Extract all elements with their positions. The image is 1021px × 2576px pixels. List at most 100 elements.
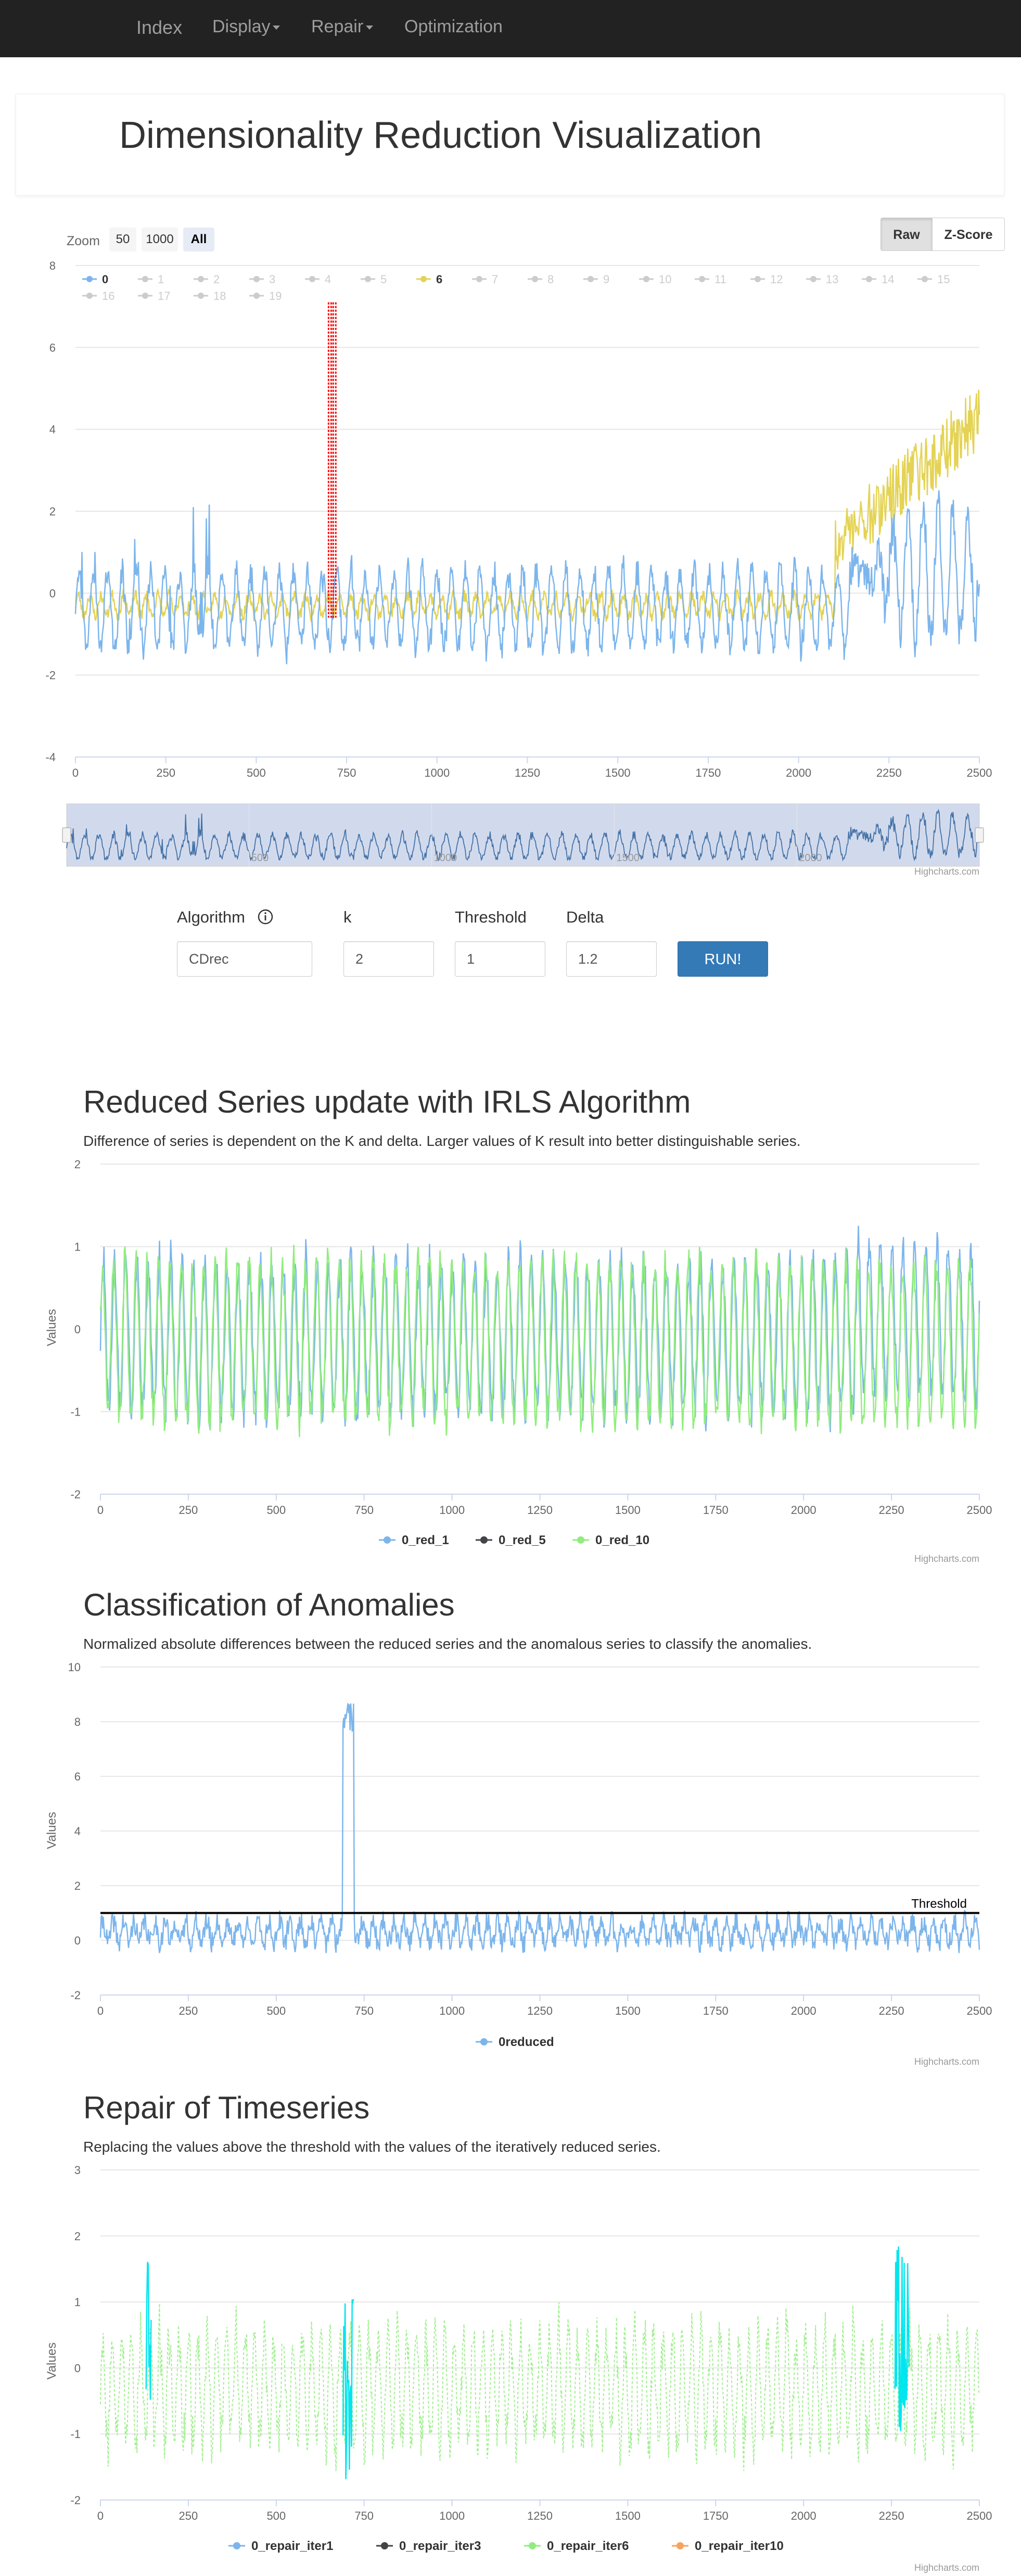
legend-item-9[interactable]: 9: [583, 273, 609, 286]
legend-item-15[interactable]: 15: [917, 273, 950, 286]
y-tick-label: 6: [74, 1770, 81, 1783]
navigator-right-handle[interactable]: [975, 827, 984, 843]
zoom-1000-button[interactable]: 1000: [142, 228, 178, 251]
x-tick-label: 500: [266, 1504, 286, 1517]
reduced-series-chart[interactable]: -2 -1 0 1 2 0 250 500 750 1000 1250 1500 1750 2000 22…: [0, 1156, 1021, 1572]
algorithm-input[interactable]: CDrec: [177, 941, 312, 977]
zoom-50-button[interactable]: 50: [109, 228, 136, 251]
legend-item-6[interactable]: 6: [416, 273, 442, 286]
classification-y-title: Values: [45, 1812, 59, 1849]
legend-label: 18: [213, 289, 226, 302]
legend-item-0_red_10[interactable]: 0_red_10: [572, 1533, 649, 1547]
legend-item-12[interactable]: 12: [750, 273, 783, 286]
legend-item-0_repair_iter6[interactable]: 0_repair_iter6: [524, 2539, 629, 2553]
repair-y-title: Values: [45, 2342, 59, 2380]
k-input[interactable]: 2: [343, 941, 434, 977]
classification-legend[interactable]: 0reduced: [476, 2035, 554, 2049]
legend-item-1[interactable]: 1: [138, 273, 164, 286]
legend-marker: [677, 2542, 684, 2549]
legend-item-0_repair_iter3[interactable]: 0_repair_iter3: [376, 2539, 481, 2553]
repair-x-axis: 0 250 500 750 1000 1250 1500 1750 2000 2250 2500: [97, 2499, 992, 2522]
raw-legend[interactable]: 0 1 2 3 4 5 6 7 8 9 10 11 12 13 14 1516 17 18 19: [82, 273, 950, 302]
legend-item-3[interactable]: 3: [249, 273, 275, 286]
reduced-credit: Highcharts.com: [914, 1554, 979, 1564]
reduced-legend[interactable]: 0_red_1 0_red_5 0_red_10: [379, 1533, 649, 1547]
legend-item-11[interactable]: 11: [695, 273, 726, 286]
repair-chart[interactable]: -2 -1 0 1 2 3 0 250 500 750 1000 1250 1500 1750 2000 2…: [0, 2161, 1021, 2576]
nav-brand-index[interactable]: Index: [136, 17, 182, 39]
x-tick-label: 2000: [791, 1504, 816, 1517]
classification-section-title: Classification of Anomalies: [83, 1587, 455, 1622]
legend-marker: [810, 276, 816, 282]
legend-item-19[interactable]: 19: [249, 289, 282, 302]
raw-toggle-button[interactable]: Raw: [880, 218, 933, 251]
legend-item-2[interactable]: 2: [194, 273, 220, 286]
legend-item-0_red_1[interactable]: 0_red_1: [379, 1533, 449, 1547]
run-button[interactable]: RUN!: [678, 941, 768, 977]
threshold-label: Threshold: [911, 1897, 967, 1911]
classification-x-axis: 0 250 500 750 1000 1250 1500 1750 2000 2250 2500: [97, 1994, 992, 2017]
legend-label: 9: [603, 273, 609, 286]
zoom-all-button[interactable]: All: [183, 228, 214, 251]
legend-marker: [480, 1536, 488, 1544]
legend-label: 0_repair_iter1: [251, 2539, 333, 2553]
raw-series-chart[interactable]: -4-202468 0 250 500 750 1000 1250 1500 1750 2000…: [0, 250, 1021, 885]
series-0reduced-line: [99, 1703, 980, 1953]
legend-item-0_red_5[interactable]: 0_red_5: [476, 1533, 546, 1547]
navigator-left-handle[interactable]: [62, 827, 71, 843]
legend-label: 2: [213, 273, 220, 286]
reduced-x-axis: 0 250 500 750 1000 1250 1500 1750 2000 2250 2500: [97, 1494, 992, 1517]
x-tick-label: 1000: [439, 2004, 465, 2017]
legend-marker: [86, 293, 93, 299]
info-icon[interactable]: [257, 908, 274, 925]
legend-marker: [381, 2542, 388, 2549]
zscore-toggle-button[interactable]: Z-Score: [932, 218, 1005, 251]
y-tick-label: 0: [74, 1934, 81, 1947]
repair-legend[interactable]: 0_repair_iter1 0_repair_iter3 0_repair_ite…: [228, 2539, 784, 2553]
nav-optimization[interactable]: Optimization: [404, 17, 503, 37]
x-tick-label: 0: [97, 2509, 104, 2522]
legend-item-0reduced[interactable]: 0reduced: [476, 2035, 554, 2049]
legend-item-5[interactable]: 5: [361, 273, 387, 286]
legend-item-0_repair_iter1[interactable]: 0_repair_iter1: [228, 2539, 333, 2553]
legend-label: 6: [436, 273, 442, 286]
legend-item-18[interactable]: 18: [194, 289, 226, 302]
range-navigator[interactable]: 500 1000 1500 2000: [62, 803, 984, 867]
y-tick-label: 0: [74, 2362, 81, 2375]
repair-series-lines: [100, 2246, 980, 2480]
reduced-series-lines: [99, 1226, 980, 1437]
legend-item-4[interactable]: 4: [305, 273, 331, 286]
legend-item-0[interactable]: 0: [82, 273, 108, 286]
x-tick-label: 2250: [876, 766, 902, 779]
nav-display-dropdown[interactable]: Display: [212, 17, 280, 37]
x-tick-label: 2500: [967, 2509, 992, 2522]
x-tick-label: 2500: [967, 1504, 992, 1517]
legend-item-14[interactable]: 14: [862, 273, 894, 286]
x-tick-label: 2250: [879, 2509, 904, 2522]
repair-y-axis: -2 -1 0 1 2 3: [70, 2164, 81, 2507]
repair-section-title: Repair of Timeseries: [83, 2090, 370, 2125]
y-tick-label: -2: [45, 669, 56, 682]
threshold-input[interactable]: 1: [455, 941, 545, 977]
legend-item-8[interactable]: 8: [528, 273, 554, 286]
legend-marker: [86, 276, 93, 282]
classification-chart[interactable]: -2 0 2 4 6 8 10 0 250 500 750 1000 1250 1500 1750 2000…: [0, 1659, 1021, 2075]
raw-grid: [75, 265, 979, 757]
delta-input[interactable]: 1.2: [566, 941, 657, 977]
y-tick-label: 2: [74, 1158, 81, 1171]
legend-item-13[interactable]: 13: [806, 273, 838, 286]
legend-item-0_repair_iter10[interactable]: 0_repair_iter10: [672, 2539, 784, 2553]
nav-repair-dropdown[interactable]: Repair: [311, 17, 374, 37]
x-tick-label: 1500: [615, 2509, 641, 2522]
k-label: k: [343, 908, 352, 926]
title-panel: Dimensionality Reduction Visualization: [16, 94, 1004, 196]
legend-label: 10: [659, 273, 671, 286]
y-tick-label: 2: [74, 1879, 81, 1892]
x-tick-label: 2000: [791, 2004, 816, 2017]
x-tick-label: 2500: [967, 766, 992, 779]
legend-marker: [480, 2038, 488, 2045]
legend-item-10[interactable]: 10: [639, 273, 671, 286]
legend-item-17[interactable]: 17: [138, 289, 170, 302]
legend-item-7[interactable]: 7: [472, 273, 498, 286]
legend-item-16[interactable]: 16: [82, 289, 114, 302]
